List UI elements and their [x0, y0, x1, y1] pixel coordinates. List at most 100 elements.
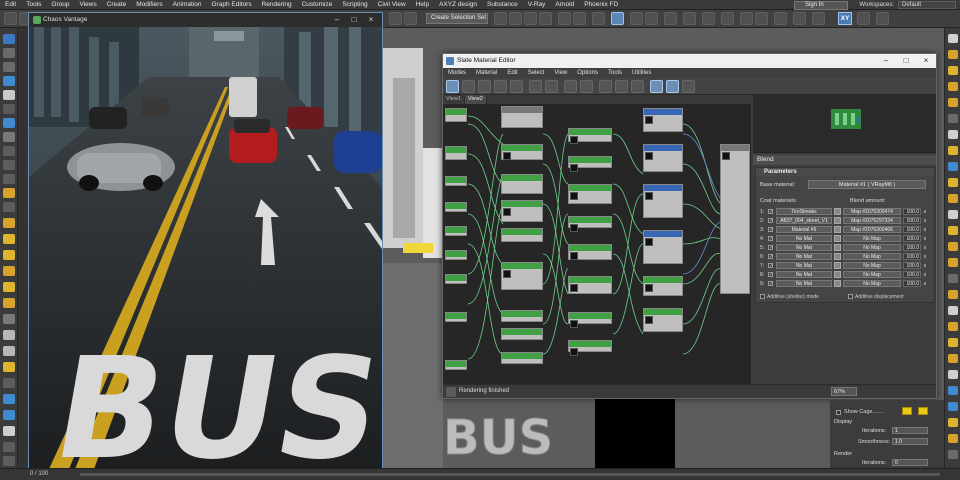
blend-amount-field[interactable]: 100.0: [903, 280, 921, 287]
layout-children-icon[interactable]: [615, 80, 628, 93]
utility-tool-icon[interactable]: [3, 202, 15, 212]
move-children-icon[interactable]: [529, 80, 542, 93]
material-node[interactable]: [643, 230, 683, 264]
map-node[interactable]: [501, 228, 543, 242]
map-node[interactable]: [568, 184, 612, 204]
sme-maximize-icon[interactable]: □: [901, 56, 911, 66]
blend-map-button[interactable]: Map #2076297334: [843, 217, 901, 224]
vantage-render-view[interactable]: BUS: [29, 27, 382, 469]
cage-selected-color-swatch[interactable]: [918, 407, 928, 415]
menu-tools[interactable]: Tools: [21, 0, 46, 10]
hierarchy-tool-icon[interactable]: [3, 160, 15, 170]
motion-tool-icon[interactable]: [3, 174, 15, 184]
select-tool-icon[interactable]: [3, 34, 15, 44]
blend-amount-field[interactable]: 100.0: [903, 262, 921, 269]
menu-substance[interactable]: Substance: [482, 0, 523, 10]
vray-proxy-icon[interactable]: [3, 132, 15, 142]
check-icon[interactable]: [702, 12, 715, 25]
cage-color-swatch[interactable]: [902, 407, 912, 415]
map-node[interactable]: [501, 310, 543, 322]
blend-color-swatch[interactable]: [834, 226, 841, 233]
show-background-icon[interactable]: [580, 80, 593, 93]
parameter-editor-icon[interactable]: [650, 80, 663, 93]
coat-material-button[interactable]: No Mat: [776, 262, 832, 269]
vray-decal-tool-icon[interactable]: [948, 194, 958, 203]
blend-material-node[interactable]: [720, 144, 750, 294]
map-node[interactable]: [643, 276, 683, 296]
base-material-button[interactable]: Material #1 ( VRayMtl ): [808, 180, 926, 189]
coat-enable-checkbox[interactable]: [768, 244, 773, 252]
menu-rendering[interactable]: Rendering: [257, 0, 297, 10]
vray-sun-tool-icon[interactable]: [948, 66, 958, 75]
blend-amount-field[interactable]: 100.0: [903, 271, 921, 278]
vray-mesh-tool-icon[interactable]: [948, 162, 958, 171]
parameters-rollout[interactable]: Parameters: [756, 168, 934, 176]
spinner-icon[interactable]: ⬍: [922, 253, 928, 260]
vray-proxy-tool-icon[interactable]: [948, 130, 958, 139]
blend-map-button[interactable]: No Map: [843, 244, 901, 251]
vray-debug-tool-icon[interactable]: [948, 450, 958, 459]
additive-displacement-checkbox[interactable]: [848, 294, 853, 300]
time-slider-track[interactable]: [80, 473, 940, 476]
coat-enable-checkbox[interactable]: [768, 262, 773, 270]
additive-shellac-option[interactable]: Additive (shellac) mode: [760, 294, 819, 300]
blend-color-swatch[interactable]: [834, 280, 841, 287]
material-map-browser-icon[interactable]: [631, 80, 644, 93]
vray-light-tool-icon[interactable]: [948, 50, 958, 59]
vray-toon-icon[interactable]: [3, 442, 15, 452]
material-node[interactable]: [643, 144, 683, 172]
coat-enable-checkbox[interactable]: [768, 226, 773, 234]
blend-color-swatch[interactable]: [834, 271, 841, 278]
map-node[interactable]: [501, 352, 543, 364]
vray-ambient-icon[interactable]: [3, 282, 15, 292]
phoenix-sim-icon[interactable]: [683, 12, 696, 25]
sme-menu-view[interactable]: View: [549, 68, 572, 78]
scene-states-icon[interactable]: [876, 12, 889, 25]
coat-enable-checkbox[interactable]: [768, 280, 773, 288]
vray-ies-tool-icon[interactable]: [948, 98, 958, 107]
map-node[interactable]: [445, 274, 467, 284]
sme-menu-modes[interactable]: Modes: [443, 68, 471, 78]
layout-all-icon[interactable]: [599, 80, 612, 93]
coat-material-button[interactable]: No Mat: [776, 253, 832, 260]
map-node[interactable]: [568, 276, 612, 294]
map-node[interactable]: [445, 202, 467, 212]
vray-dome-tool-icon[interactable]: [948, 82, 958, 91]
map-node[interactable]: [568, 312, 612, 328]
blend-amount-field[interactable]: 100.0: [903, 208, 921, 215]
vray-denoise-tool-icon[interactable]: [948, 370, 958, 379]
vray-light-icon[interactable]: [664, 12, 677, 25]
vray-volume-tool-icon[interactable]: [948, 274, 958, 283]
blend-color-swatch[interactable]: [834, 208, 841, 215]
coat-material-button[interactable]: TireStreaks: [776, 208, 832, 215]
vantage-live-link-icon[interactable]: [611, 12, 624, 25]
coat-material-button[interactable]: No Mat: [776, 244, 832, 251]
blend-map-button[interactable]: No Map: [843, 271, 901, 278]
map-node[interactable]: [445, 146, 467, 160]
menu-views[interactable]: Views: [74, 0, 101, 10]
map-node[interactable]: [445, 108, 467, 122]
rotate-tool-icon[interactable]: [3, 62, 15, 72]
vray-sphere-icon[interactable]: [3, 346, 15, 356]
map-node[interactable]: [445, 176, 467, 186]
sign-in-button[interactable]: Sign In: [794, 1, 848, 10]
maximize-icon[interactable]: □: [349, 15, 359, 25]
vray-sky-tool-icon[interactable]: [948, 290, 958, 299]
map-node[interactable]: [445, 250, 467, 260]
undo-icon[interactable]: [4, 12, 17, 25]
material-node[interactable]: [643, 108, 683, 132]
modifier-tool-icon[interactable]: [3, 146, 15, 156]
vray-frame-tool-icon[interactable]: [948, 402, 958, 411]
vray-fur-icon[interactable]: [3, 188, 15, 198]
vray-ipr-icon[interactable]: [592, 12, 605, 25]
additive-displacement-option[interactable]: Additive displacement: [848, 294, 904, 300]
map-node[interactable]: [445, 226, 467, 236]
spinner-icon[interactable]: ⬍: [922, 262, 928, 269]
sme-menu-tools[interactable]: Tools: [603, 68, 627, 78]
record-icon[interactable]: [721, 12, 734, 25]
map-node[interactable]: [501, 328, 543, 340]
vray-scene-tool-icon[interactable]: [948, 210, 958, 219]
map-node[interactable]: [445, 312, 467, 322]
vray-material-tool-icon[interactable]: [682, 80, 695, 93]
blend-color-swatch[interactable]: [834, 253, 841, 260]
